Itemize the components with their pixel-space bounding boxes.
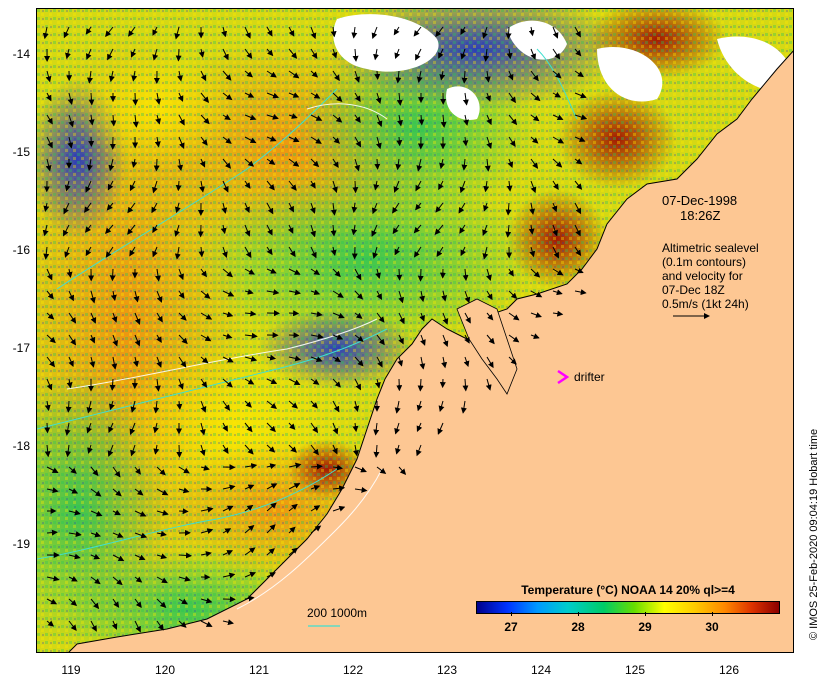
velocity-arrow — [175, 180, 182, 192]
x-tick-label: 119 — [61, 663, 81, 677]
colorbar-tick — [645, 612, 646, 616]
x-tick-label: 125 — [624, 663, 646, 677]
velocity-arrow — [153, 158, 160, 172]
colorbar-tick — [578, 612, 579, 616]
x-tick-label: 121 — [248, 663, 270, 677]
x-tick-label: 120 — [154, 663, 176, 677]
velocity-arrow — [44, 422, 51, 434]
y-tick-label: -19 — [12, 537, 30, 551]
x-tick-label: 122 — [342, 663, 364, 677]
velocity-arrow — [176, 444, 183, 458]
x-tick-label: 126 — [718, 663, 740, 677]
velocity-arrow — [417, 378, 424, 392]
y-tick-label: -15 — [12, 145, 30, 159]
velocity-arrow — [374, 158, 381, 170]
velocity-arrow — [396, 268, 403, 281]
velocity-arrow — [396, 136, 403, 147]
y-tick-label: -18 — [12, 439, 30, 453]
credit-text: © IMOS 25-Feb-2020 09:04:19 Hobart time — [808, 428, 820, 640]
velocity-arrow — [132, 92, 139, 106]
velocity-arrow — [288, 310, 300, 317]
colorbar-label: 28 — [571, 620, 585, 634]
temperature-colorbar — [476, 601, 780, 614]
map-date: 07-Dec-1998 — [662, 193, 738, 208]
colorbar-label: 27 — [504, 620, 518, 634]
altimetric-info-line-5: 0.5m/s (1kt 24h) — [662, 297, 749, 311]
drifter-label: drifter — [574, 370, 605, 384]
x-tick-label: 123 — [436, 663, 458, 677]
colorbar-title: Temperature (°C) NOAA 14 20% ql>=4 — [521, 583, 735, 597]
colorbar-tick — [712, 612, 713, 616]
x-tick-label: 124 — [530, 663, 552, 677]
y-tick-label: -16 — [12, 243, 30, 257]
velocity-arrow — [374, 70, 381, 80]
velocity-arrow — [417, 268, 424, 282]
colorbar-label: 29 — [638, 620, 652, 634]
colorbar-tick — [511, 612, 512, 616]
sst-map-canvas — [37, 9, 793, 652]
velocity-arrow — [65, 400, 72, 413]
velocity-arrow — [288, 332, 300, 339]
sst-map[interactable] — [36, 8, 794, 653]
colorbar-label: 30 — [705, 620, 719, 634]
y-tick-label: -17 — [12, 341, 30, 355]
velocity-arrow — [178, 508, 189, 515]
velocity-arrow — [352, 180, 359, 194]
altimetric-info-line-4: 07-Dec 18Z — [662, 283, 725, 297]
map-time: 18:26Z — [680, 208, 721, 223]
depth-legend-label: 200 1000m — [307, 606, 368, 620]
velocity-arrow — [505, 26, 512, 40]
altimetric-info-line-2: (0.1m contours) — [662, 255, 747, 269]
velocity-arrow — [175, 48, 182, 62]
velocity-arrow — [109, 268, 116, 282]
y-tick-label: -14 — [12, 47, 30, 61]
altimetric-info-line-3: and velocity for — [662, 269, 743, 283]
altimetric-info-line-1: Altimetric sealevel — [662, 241, 759, 255]
